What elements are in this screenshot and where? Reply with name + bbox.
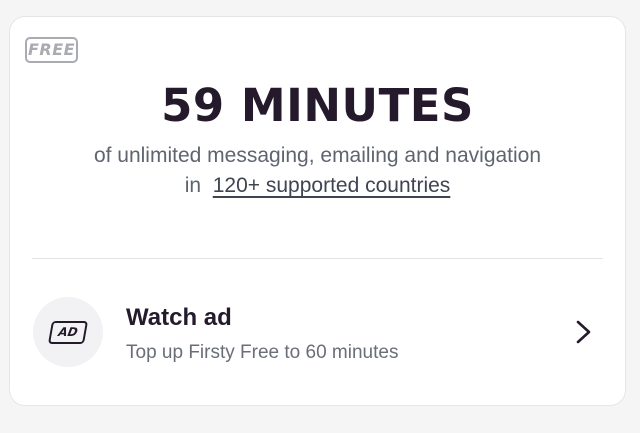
plan-description-line2: in 120+ supported countries <box>10 171 625 201</box>
chevron-right-icon <box>576 320 591 344</box>
free-minutes-card: FREE 59 MINUTES of unlimited messaging, … <box>9 16 626 406</box>
ad-icon-container: AD <box>33 297 103 367</box>
divider <box>32 258 603 259</box>
watch-ad-title: Watch ad <box>126 304 232 331</box>
watch-ad-row[interactable]: AD Watch ad Top up Firsty Free to 60 min… <box>10 279 625 379</box>
minutes-remaining-headline: 59 MINUTES <box>161 79 474 132</box>
free-badge: FREE <box>25 37 78 63</box>
plan-description-prefix: in <box>184 174 202 197</box>
plan-description: of unlimited messaging, emailing and nav… <box>10 141 625 201</box>
plan-description-line1: of unlimited messaging, emailing and nav… <box>93 144 542 167</box>
watch-ad-subtitle: Top up Firsty Free to 60 minutes <box>126 342 399 363</box>
supported-countries-link[interactable]: 120+ supported countries <box>213 174 451 197</box>
ad-icon: AD <box>47 321 89 344</box>
